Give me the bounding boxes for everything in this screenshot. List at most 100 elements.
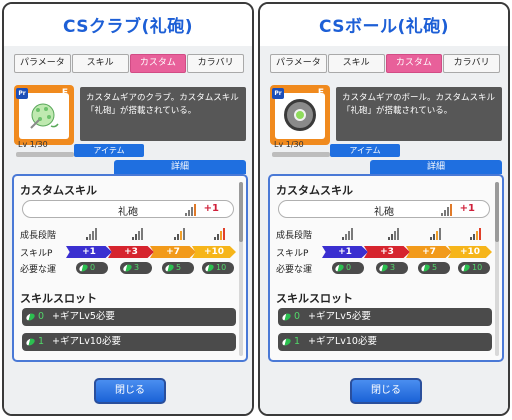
panel-title: CSボール(礼砲): [318, 17, 450, 37]
skillp-step-1: +1: [66, 246, 112, 258]
item-image: [19, 93, 69, 139]
fortune-cost-4: 10: [458, 262, 490, 274]
skill-slot-2[interactable]: 1 +ギアLv10必要: [22, 333, 236, 351]
detail-tab[interactable]: 詳細: [370, 160, 502, 174]
title-bar: CSクラブ(礼砲): [4, 4, 252, 46]
level-bar: [16, 152, 74, 157]
skill-slot-label: スキルスロット: [20, 292, 97, 305]
skillp-label: スキルP: [20, 249, 53, 259]
detail-tab[interactable]: 詳細: [114, 160, 246, 174]
detail-box[interactable]: カスタムスキル 礼砲 +1 成長段階 スキルP +1 +3 +7 +10 必要な…: [268, 174, 504, 362]
fortune-label: 必要な運: [276, 265, 313, 275]
tab-color-variation[interactable]: カラバリ: [443, 54, 500, 73]
growth-stage-4-icon: [470, 228, 484, 240]
fortune-cost-2: 3: [376, 262, 408, 274]
skillp-label: スキルP: [276, 249, 309, 259]
skill-slot-1[interactable]: 0 +ギアLv5必要: [278, 308, 492, 326]
growth-label: 成長段階: [276, 231, 313, 241]
ball-icon: [284, 99, 316, 131]
level-text: Lv 1/30: [274, 140, 304, 149]
panel-title: CSクラブ(礼砲): [62, 17, 194, 37]
rarity-badge: E: [317, 88, 325, 98]
skillp-step-2: +3: [108, 246, 154, 258]
tab-skill[interactable]: スキル: [71, 54, 129, 73]
item-card[interactable]: Pr E: [14, 85, 74, 145]
growth-stage-3-icon: [174, 228, 188, 240]
signal-icon: [441, 204, 455, 216]
tab-custom[interactable]: カスタム: [129, 54, 187, 73]
skill-bonus: +1: [203, 203, 219, 214]
scroll-thumb[interactable]: [495, 182, 499, 242]
skill-pill[interactable]: 礼砲 +1: [278, 200, 490, 218]
gem-icon: [420, 263, 431, 273]
tab-custom[interactable]: カスタム: [385, 54, 443, 73]
close-button[interactable]: 閉じる: [94, 378, 166, 404]
skill-bonus: +1: [459, 203, 475, 214]
custom-skill-label: カスタムスキル: [276, 184, 353, 197]
fortune-cost-1: 0: [76, 262, 108, 274]
level-text: Lv 1/30: [18, 140, 48, 149]
item-card[interactable]: Pr E: [270, 85, 330, 145]
skillp-step-3: +7: [150, 246, 196, 258]
fortune-cost-3: 5: [162, 262, 194, 274]
skillp-step-4: +10: [192, 246, 236, 258]
club-detail-panel: CSクラブ(礼砲) パラメータ スキル カスタム カラバリ Pr E Lv 1/…: [2, 2, 254, 416]
scroll-thumb[interactable]: [239, 182, 243, 242]
club-icon: [30, 103, 59, 129]
fortune-cost-4: 10: [202, 262, 234, 274]
detail-box[interactable]: カスタムスキル 礼砲 +1 成長段階 スキルP +1 +3 +7 +10 必要な…: [12, 174, 248, 362]
gem-icon: [164, 263, 175, 273]
skillp-step-1: +1: [322, 246, 368, 258]
growth-stage-3-icon: [430, 228, 444, 240]
gem-icon: [281, 312, 292, 322]
scrollbar[interactable]: [495, 182, 499, 356]
skill-name: 礼砲: [118, 207, 138, 218]
fortune-label: 必要な運: [20, 265, 57, 275]
gem-icon: [25, 337, 36, 347]
skillp-step-3: +7: [406, 246, 452, 258]
item-description: カスタムギアのボール。カスタムスキル「礼砲」が搭載されている。: [336, 87, 502, 141]
skill-slot-1[interactable]: 0 +ギアLv5必要: [22, 308, 236, 326]
badge-pr: Pr: [272, 88, 284, 99]
ball-detail-panel: CSボール(礼砲) パラメータ スキル カスタム カラバリ Pr E Lv 1/…: [258, 2, 510, 416]
tab-parameter[interactable]: パラメータ: [270, 54, 327, 73]
tab-bar: パラメータ スキル カスタム カラバリ: [270, 54, 500, 73]
gem-icon: [460, 263, 471, 273]
growth-stage-1-icon: [342, 228, 356, 240]
gem-icon: [281, 337, 292, 347]
skill-name: 礼砲: [374, 207, 394, 218]
growth-stage-2-icon: [388, 228, 402, 240]
close-button[interactable]: 閉じる: [350, 378, 422, 404]
gem-icon: [204, 263, 215, 273]
level-bar: [272, 152, 330, 157]
tab-parameter[interactable]: パラメータ: [14, 54, 71, 73]
growth-stage-1-icon: [86, 228, 100, 240]
scrollbar[interactable]: [239, 182, 243, 356]
item-button[interactable]: アイテム: [74, 144, 144, 157]
gem-icon: [25, 312, 36, 322]
item-image: [275, 93, 325, 139]
gem-icon: [122, 263, 133, 273]
skill-slot-2[interactable]: 1 +ギアLv10必要: [278, 333, 492, 351]
skillp-step-2: +3: [364, 246, 410, 258]
custom-skill-label: カスタムスキル: [20, 184, 97, 197]
gem-icon: [334, 263, 345, 273]
signal-icon: [185, 204, 199, 216]
gem-icon: [78, 263, 89, 273]
tab-skill[interactable]: スキル: [327, 54, 385, 73]
rarity-badge: E: [61, 88, 69, 98]
skill-pill[interactable]: 礼砲 +1: [22, 200, 234, 218]
badge-pr: Pr: [16, 88, 28, 99]
item-button[interactable]: アイテム: [330, 144, 400, 157]
item-description: カスタムギアのクラブ。カスタムスキル「礼砲」が搭載されている。: [80, 87, 246, 141]
skill-slot-label: スキルスロット: [276, 292, 353, 305]
fortune-cost-1: 0: [332, 262, 364, 274]
tab-bar: パラメータ スキル カスタム カラバリ: [14, 54, 244, 73]
gem-icon: [378, 263, 389, 273]
tab-color-variation[interactable]: カラバリ: [187, 54, 244, 73]
fortune-cost-3: 5: [418, 262, 450, 274]
growth-stage-4-icon: [214, 228, 228, 240]
skillp-step-4: +10: [448, 246, 492, 258]
fortune-cost-2: 3: [120, 262, 152, 274]
growth-label: 成長段階: [20, 231, 57, 241]
